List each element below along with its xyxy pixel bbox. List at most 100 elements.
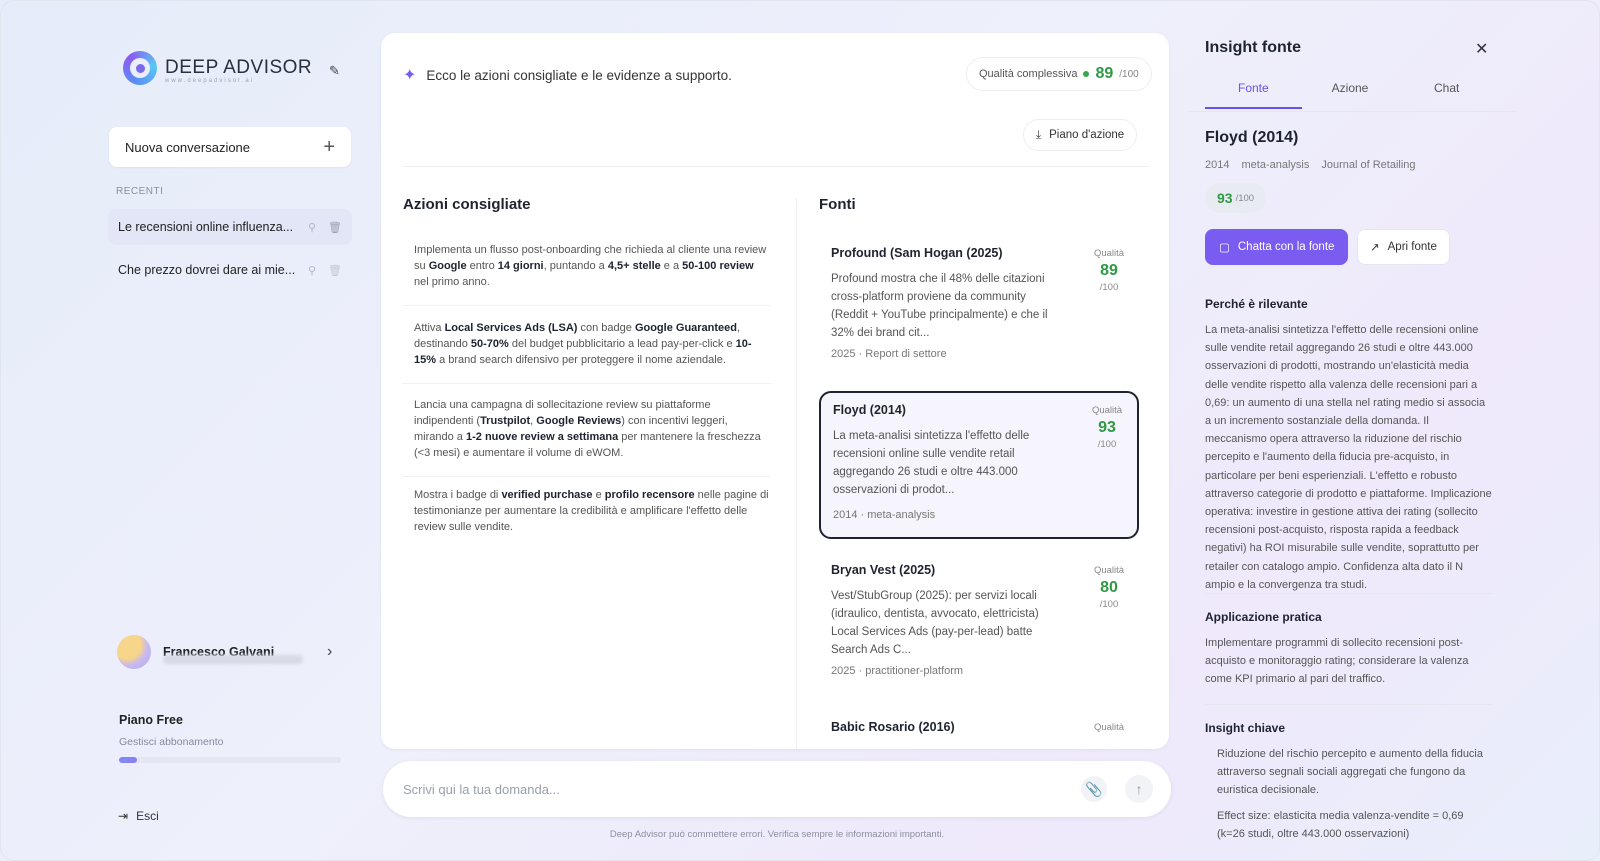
panel-quality-denominator: /100	[1235, 192, 1255, 204]
logo-text: DEEP ADVISOR	[165, 57, 313, 78]
source-type: meta-analysis	[867, 509, 936, 521]
action-item[interactable]: Lancia una campagna di sollecitazione re…	[414, 397, 769, 461]
question-input-placeholder: Scrivi qui la tua domanda...	[403, 781, 560, 797]
insight-panel: Insight fonte ✕ Fonte Azione Chat Floyd …	[1187, 1, 1587, 860]
source-quality-label: Qualità	[1091, 405, 1123, 416]
manage-subscription-link[interactable]: Gestisci abbonamento	[119, 736, 223, 748]
overall-quality-badge: Qualità complessiva 89 /100	[966, 57, 1152, 91]
plan-usage-bar	[119, 757, 341, 763]
source-type: practitioner-platform	[865, 665, 964, 677]
action-item[interactable]: Mostra i badge di verified purchase e pr…	[414, 487, 769, 535]
open-source-button[interactable]: ↗ Apri fonte	[1357, 229, 1450, 265]
panel-quality-badge: 93 /100	[1205, 183, 1267, 213]
source-quality-value: 89	[1100, 262, 1118, 279]
open-source-label: Apri fonte	[1387, 241, 1437, 253]
action-plan-button[interactable]: ⤓ Piano d'azione	[1023, 119, 1138, 151]
conversation-title: Che prezzo dovrei dare ai mie...	[118, 263, 296, 277]
close-icon[interactable]: ✕	[1475, 39, 1488, 59]
meta-year: 2014	[1205, 159, 1230, 171]
user-profile[interactable]: Francesco Galvani ›	[117, 635, 342, 669]
source-card[interactable]: Profound (Sam Hogan (2025) Profound most…	[819, 236, 1139, 372]
sources-title: Fonti	[819, 196, 856, 213]
main-panel: ✦ Ecco le azioni consigliate e le eviden…	[381, 33, 1169, 749]
quality-label: Qualità complessiva	[979, 68, 1078, 80]
pin-icon[interactable]: ⚲	[308, 264, 316, 277]
action-item[interactable]: Implementa un flusso post-onboarding che…	[414, 242, 769, 290]
plan-name: Piano Free	[119, 713, 183, 727]
sparkle-icon: ✦	[403, 67, 417, 84]
panel-quality-value: 93	[1217, 190, 1233, 206]
chat-with-source-button[interactable]: ▢ Chatta con la fonte	[1205, 229, 1349, 265]
conversation-item[interactable]: Le recensioni online influenza... ⚲ 🗑	[108, 209, 352, 245]
chat-bubble-icon: ▢	[1219, 242, 1230, 254]
trash-icon[interactable]: 🗑	[328, 221, 342, 234]
trash-icon[interactable]: 🗑	[328, 264, 342, 277]
column-divider	[796, 198, 797, 749]
source-quality-label: Qualità	[1093, 565, 1125, 576]
source-title: Floyd (2014)	[833, 403, 906, 417]
response-header-text: Ecco le azioni consigliate e le evidenze…	[426, 67, 732, 83]
edit-icon[interactable]: ✎	[329, 63, 340, 79]
divider	[403, 476, 771, 477]
action-plan-label: Piano d'azione	[1049, 129, 1125, 141]
source-year: 2025	[831, 348, 856, 360]
source-description: La meta-analisi sintetizza l'effetto del…	[833, 430, 1030, 496]
paperclip-icon[interactable]: 📎	[1081, 776, 1107, 802]
why-relevant-text: La meta-analisi sintetizza l'effetto del…	[1205, 324, 1492, 591]
logo-icon	[123, 51, 157, 85]
actions-title: Azioni consigliate	[403, 196, 531, 213]
plan-usage-fill	[119, 757, 137, 763]
source-type: Report di settore	[865, 348, 947, 360]
divider	[403, 383, 771, 384]
tab-chat[interactable]: Chat	[1398, 81, 1495, 109]
source-year: 2014	[833, 509, 858, 521]
logout-button[interactable]: ⇥ Esci	[118, 809, 159, 823]
source-quality-denominator: /100	[1097, 439, 1117, 450]
source-title: Profound (Sam Hogan (2025)	[831, 246, 1003, 260]
response-header: ✦ Ecco le azioni consigliate e le eviden…	[403, 65, 732, 85]
sidebar: DEEP ADVISOR www.deepadvisor.ai ✎ Nuova …	[1, 1, 371, 860]
new-conversation-label: Nuova conversazione	[125, 139, 251, 155]
source-card-selected[interactable]: Floyd (2014) La meta-analisi sintetizza …	[819, 391, 1139, 539]
source-meta: 2025 · practitioner-platform	[831, 665, 964, 677]
tab-azione[interactable]: Azione	[1302, 81, 1399, 109]
source-meta: 2014 · meta-analysis	[833, 509, 936, 521]
user-email-redacted	[163, 655, 303, 664]
send-arrow-icon[interactable]: ↑	[1125, 775, 1153, 803]
logo-subtext: www.deepadvisor.ai	[165, 78, 255, 84]
new-conversation-button[interactable]: Nuova conversazione +	[109, 127, 351, 167]
key-insight-item: Effect size: elasticita media valenza-ve…	[1217, 810, 1464, 840]
conversation-title: Le recensioni online influenza...	[118, 220, 294, 234]
key-insight-item: Riduzione del rischio percepito e aument…	[1217, 748, 1483, 796]
source-title: Babic Rosario (2016)	[831, 720, 955, 734]
external-link-icon: ↗	[1370, 242, 1380, 254]
panel-tabs: Fonte Azione Chat	[1205, 81, 1495, 109]
why-relevant-heading: Perché è rilevante	[1205, 297, 1308, 311]
source-card[interactable]: Babic Rosario (2016) Qualità	[819, 710, 1139, 749]
source-year: 2025	[831, 665, 856, 677]
divider	[403, 305, 771, 306]
source-description: Vest/StubGroup (2025): per servizi local…	[831, 590, 1039, 656]
app-frame: DEEP ADVISOR www.deepadvisor.ai ✎ Nuova …	[0, 0, 1600, 861]
practical-heading: Applicazione pratica	[1205, 610, 1322, 624]
tab-fonte[interactable]: Fonte	[1205, 81, 1302, 109]
divider	[403, 166, 1149, 167]
divider	[1205, 704, 1493, 705]
key-insight-heading: Insight chiave	[1205, 721, 1286, 735]
logout-icon: ⇥	[118, 809, 129, 823]
source-quality-value: 80	[1100, 579, 1118, 596]
action-item[interactable]: Attiva Local Services Ads (LSA) con badg…	[414, 320, 769, 368]
disclaimer: Deep Advisor può commettere errori. Veri…	[609, 829, 945, 840]
conversation-item[interactable]: Che prezzo dovrei dare ai mie... ⚲ 🗑	[108, 252, 352, 288]
logout-label: Esci	[136, 809, 159, 823]
source-quality-value: 93	[1098, 419, 1116, 436]
divider	[1205, 593, 1493, 594]
meta-journal: Journal of Retailing	[1321, 159, 1416, 171]
pin-icon[interactable]: ⚲	[308, 221, 316, 234]
quality-value: 89	[1095, 65, 1114, 82]
question-input[interactable]: Scrivi qui la tua domanda... 📎 ↑	[383, 761, 1171, 817]
source-quality-denominator: /100	[1099, 599, 1119, 610]
practical-text: Implementare programmi di sollecito rece…	[1205, 637, 1469, 686]
source-card[interactable]: Bryan Vest (2025) Vest/StubGroup (2025):…	[819, 553, 1139, 689]
chevron-right-icon[interactable]: ›	[327, 643, 332, 661]
